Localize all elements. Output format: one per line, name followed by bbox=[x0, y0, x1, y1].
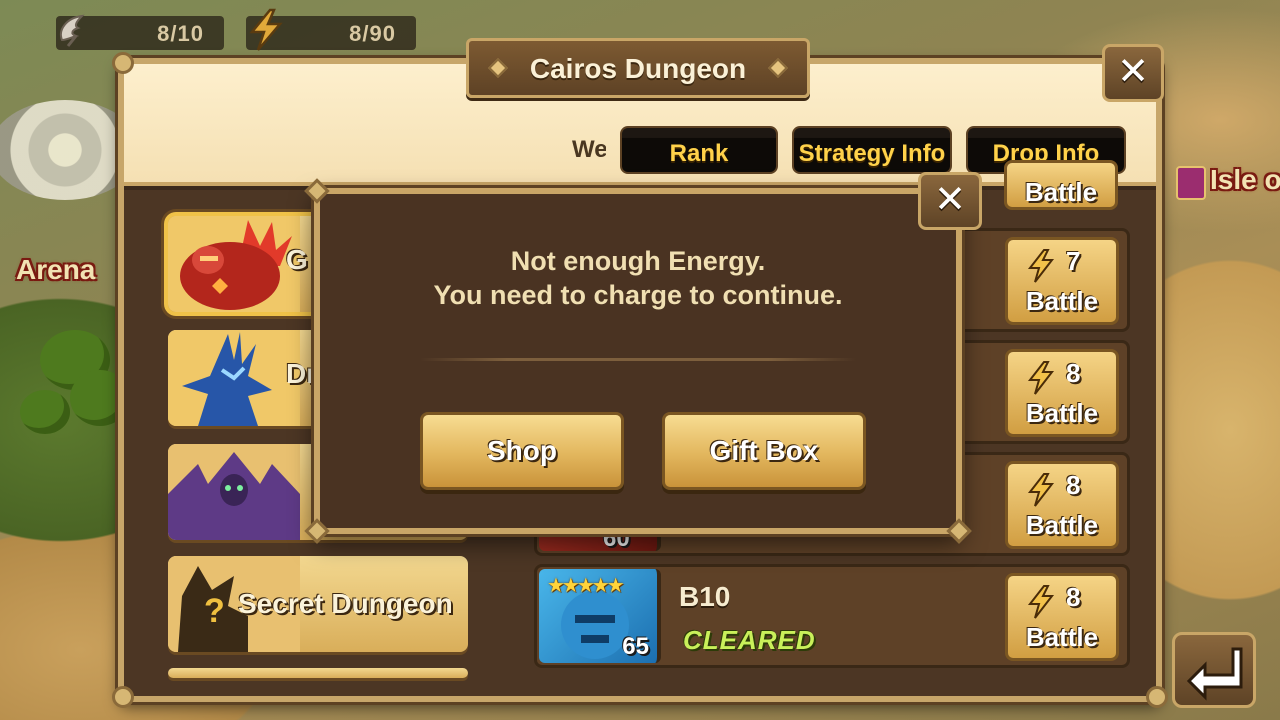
battle-button[interactable]: 8 Battle bbox=[1005, 461, 1119, 549]
dragon-portrait-icon bbox=[168, 330, 300, 426]
gift-box-button[interactable]: Gift Box bbox=[662, 412, 866, 490]
battle-button-partial[interactable]: Battle bbox=[1004, 160, 1118, 210]
frame-corner-ornament bbox=[1146, 686, 1168, 708]
energy-icon bbox=[1027, 249, 1055, 283]
shop-button[interactable]: Shop bbox=[420, 412, 624, 490]
dungeon-title-plate: Cairos Dungeon bbox=[466, 38, 810, 98]
dialog-divider bbox=[420, 358, 856, 361]
stage-cleared-status: CLEARED bbox=[683, 625, 816, 655]
isle-flag-icon bbox=[1176, 166, 1206, 200]
dungeon-list-item-secret[interactable]: ? Secret Dungeon bbox=[168, 556, 468, 652]
giant-portrait-icon bbox=[168, 216, 300, 312]
dialog-message-line1: Not enough Energy. bbox=[510, 246, 766, 276]
strategy-info-button[interactable]: Strategy Info bbox=[792, 126, 952, 174]
energy-icon bbox=[1027, 473, 1055, 507]
back-button[interactable] bbox=[1172, 632, 1256, 708]
svg-text:?: ? bbox=[204, 592, 225, 630]
battle-button[interactable]: 8 Battle bbox=[1005, 349, 1119, 437]
necropolis-portrait-icon bbox=[168, 444, 300, 540]
back-arrow-icon bbox=[1186, 647, 1243, 701]
wings-resource-bar: 8/10 bbox=[56, 14, 224, 50]
not-enough-energy-dialog: Not enough Energy. You need to charge to… bbox=[304, 178, 972, 544]
dungeon-list-label: Dr bbox=[286, 358, 318, 389]
dungeon-list-label: G bbox=[286, 244, 308, 275]
map-label-arena[interactable]: Arena bbox=[16, 254, 95, 286]
map-label-isle[interactable]: Isle o bbox=[1210, 164, 1280, 196]
energy-icon bbox=[1027, 361, 1055, 395]
stage-monster-level: 65 bbox=[622, 633, 649, 660]
battle-label: Battle bbox=[1025, 622, 1099, 652]
wing-icon bbox=[60, 14, 85, 47]
energy-value: 8/90 bbox=[349, 21, 396, 46]
stage-name: B10 bbox=[679, 581, 731, 612]
stage-monster-portrait: ★★★★★ 65 bbox=[539, 569, 661, 663]
energy-icon bbox=[1027, 585, 1055, 619]
energy-icon bbox=[249, 8, 283, 51]
wings-value: 8/10 bbox=[157, 21, 204, 46]
energy-cost: 8 bbox=[1066, 582, 1081, 612]
energy-cost: 8 bbox=[1066, 470, 1081, 500]
stage-stars: ★★★★★ bbox=[547, 575, 625, 597]
frame-corner-ornament bbox=[112, 52, 134, 74]
stage-row-b10: ★★★★★ 65 B10 CLEARED 8 Battle bbox=[534, 564, 1130, 668]
rank-button[interactable]: Rank bbox=[620, 126, 778, 174]
close-dungeon-button[interactable]: ✕ bbox=[1102, 44, 1164, 102]
dungeon-list-item-partial[interactable] bbox=[168, 668, 468, 678]
map-tree bbox=[20, 390, 70, 434]
welcome-text: We bbox=[572, 136, 606, 163]
battle-label: Battle bbox=[1025, 286, 1099, 316]
battle-label: Battle bbox=[1025, 510, 1099, 540]
close-dialog-button[interactable]: ✕ bbox=[918, 172, 982, 230]
battle-button[interactable]: 7 Battle bbox=[1005, 237, 1119, 325]
dialog-message-line2: You need to charge to continue. bbox=[433, 280, 843, 310]
dungeon-title: Cairos Dungeon bbox=[529, 53, 747, 84]
battle-label: Battle bbox=[1025, 398, 1099, 428]
dungeon-list-label: Secret Dungeon bbox=[238, 588, 453, 619]
battle-label: Battle bbox=[1024, 177, 1098, 207]
frame-corner-ornament bbox=[112, 686, 134, 708]
energy-cost: 8 bbox=[1066, 358, 1081, 388]
energy-cost: 7 bbox=[1066, 246, 1081, 276]
battle-button[interactable]: 8 Battle bbox=[1005, 573, 1119, 661]
energy-resource-bar: 8/90 bbox=[246, 8, 416, 51]
